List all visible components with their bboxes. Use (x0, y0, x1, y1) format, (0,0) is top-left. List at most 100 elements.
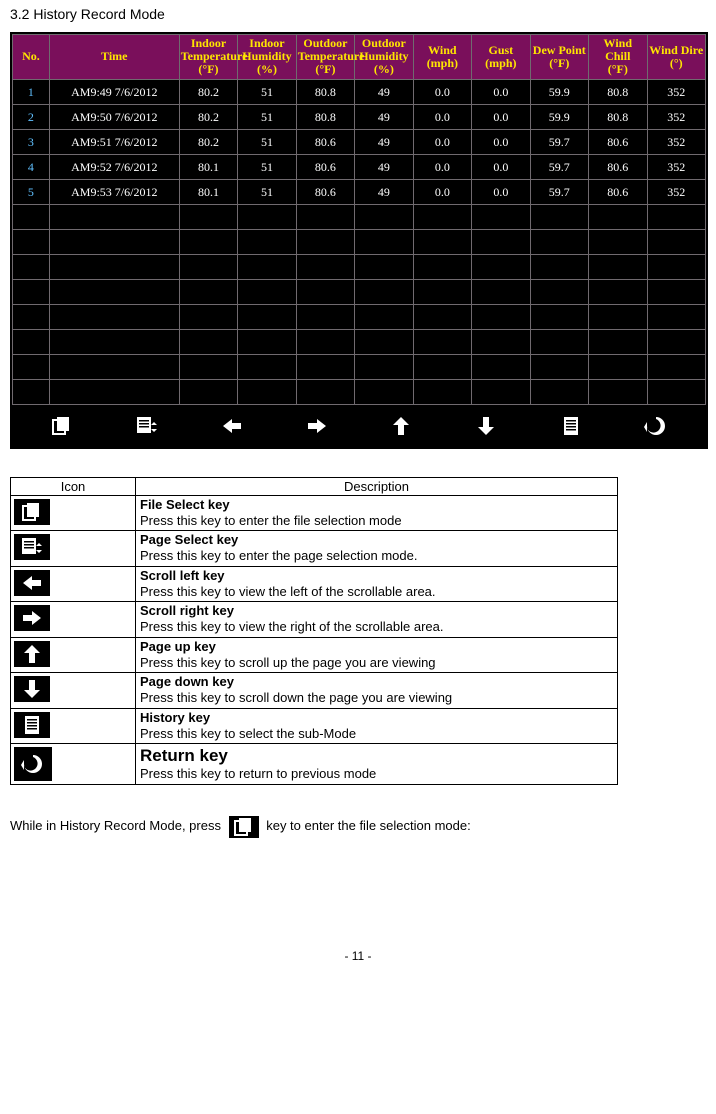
cell-value: 352 (647, 179, 706, 204)
desc-header-desc: Description (136, 477, 618, 495)
cell-empty (49, 204, 179, 229)
cell-no: 4 (13, 154, 50, 179)
cell-empty (413, 379, 471, 404)
section-title: 3.2 History Record Mode (10, 6, 706, 22)
desc-row: Page down keyPress this key to scroll do… (11, 673, 618, 709)
cell-empty (647, 329, 706, 354)
cell-empty (647, 229, 706, 254)
cell-empty (296, 279, 354, 304)
desc-text-cell: Page Select keyPress this key to enter t… (136, 531, 618, 567)
table-row-empty (13, 229, 706, 254)
cell-empty (238, 229, 296, 254)
cell-value: 80.6 (296, 154, 354, 179)
cell-empty (49, 329, 179, 354)
cell-value: 0.0 (413, 104, 471, 129)
cell-empty (647, 354, 706, 379)
desc-icon-cell (11, 531, 136, 567)
cell-value: 0.0 (472, 104, 530, 129)
column-header: Gust (mph) (472, 35, 530, 80)
cell-value: 0.0 (472, 129, 530, 154)
cell-empty (238, 204, 296, 229)
cell-empty (472, 329, 530, 354)
cell-value: 51 (238, 104, 296, 129)
column-header: No. (13, 35, 50, 80)
cell-empty (296, 354, 354, 379)
cell-empty (296, 329, 354, 354)
cell-empty (472, 204, 530, 229)
file-select-icon[interactable] (42, 413, 82, 439)
arrow-right-icon[interactable] (297, 413, 337, 439)
cell-value: 49 (355, 154, 413, 179)
cell-empty (179, 279, 237, 304)
cell-value: 80.1 (179, 179, 237, 204)
arrow-left-icon[interactable] (212, 413, 252, 439)
cell-value: 0.0 (413, 154, 471, 179)
cell-empty (49, 254, 179, 279)
cell-value: 49 (355, 79, 413, 104)
cell-value: 80.1 (179, 154, 237, 179)
table-row-empty (13, 304, 706, 329)
cell-value: 0.0 (413, 129, 471, 154)
return-icon[interactable] (636, 413, 676, 439)
arrow-left-icon (14, 570, 50, 596)
cell-empty (355, 304, 413, 329)
cell-empty (413, 204, 471, 229)
cell-time: AM9:50 7/6/2012 (49, 104, 179, 129)
cell-value: 51 (238, 79, 296, 104)
cell-value: 0.0 (472, 179, 530, 204)
cell-value: 80.2 (179, 79, 237, 104)
cell-empty (49, 379, 179, 404)
desc-icon-cell (11, 637, 136, 673)
cell-value: 59.9 (530, 104, 588, 129)
arrow-up-icon[interactable] (381, 413, 421, 439)
history-icon[interactable] (551, 413, 591, 439)
table-row-empty (13, 254, 706, 279)
cell-empty (355, 229, 413, 254)
cell-empty (530, 304, 588, 329)
column-header: Dew Point (°F) (530, 35, 588, 80)
desc-icon-cell (11, 566, 136, 602)
cell-empty (589, 204, 647, 229)
footer-text-a: While in History Record Mode, press (10, 818, 221, 833)
table-row-empty (13, 279, 706, 304)
cell-empty (49, 304, 179, 329)
desc-row: Return keyPress this key to return to pr… (11, 744, 618, 785)
cell-empty (355, 379, 413, 404)
cell-empty (530, 279, 588, 304)
cell-time: AM9:49 7/6/2012 (49, 79, 179, 104)
cell-empty (238, 354, 296, 379)
cell-empty (472, 379, 530, 404)
column-header: Indoor Temperature (°F) (179, 35, 237, 80)
desc-text-cell: Return keyPress this key to return to pr… (136, 744, 618, 785)
cell-empty (589, 304, 647, 329)
cell-empty (49, 279, 179, 304)
cell-empty (472, 304, 530, 329)
return-icon (14, 747, 52, 781)
cell-empty (530, 254, 588, 279)
toolbar (12, 405, 706, 447)
cell-empty (413, 304, 471, 329)
page-select-icon (14, 534, 50, 560)
cell-value: 49 (355, 129, 413, 154)
cell-empty (296, 204, 354, 229)
cell-empty (179, 204, 237, 229)
cell-value: 59.9 (530, 79, 588, 104)
file-select-icon (229, 816, 259, 838)
cell-time: AM9:53 7/6/2012 (49, 179, 179, 204)
cell-empty (355, 204, 413, 229)
desc-row: Scroll left keyPress this key to view th… (11, 566, 618, 602)
arrow-down-icon[interactable] (466, 413, 506, 439)
table-row: 1AM9:49 7/6/201280.25180.8490.00.059.980… (13, 79, 706, 104)
cell-empty (413, 254, 471, 279)
cell-empty (296, 254, 354, 279)
cell-empty (355, 329, 413, 354)
desc-row: Page Select keyPress this key to enter t… (11, 531, 618, 567)
cell-empty (647, 304, 706, 329)
cell-value: 80.8 (589, 104, 647, 129)
history-panel: No.TimeIndoor Temperature (°F)Indoor Hum… (10, 32, 708, 449)
footer-text-b: key to enter the file selection mode: (266, 818, 471, 833)
page-select-icon[interactable] (127, 413, 167, 439)
desc-text-cell: Scroll right keyPress this key to view t… (136, 602, 618, 638)
arrow-down-icon (14, 676, 50, 702)
cell-value: 51 (238, 179, 296, 204)
